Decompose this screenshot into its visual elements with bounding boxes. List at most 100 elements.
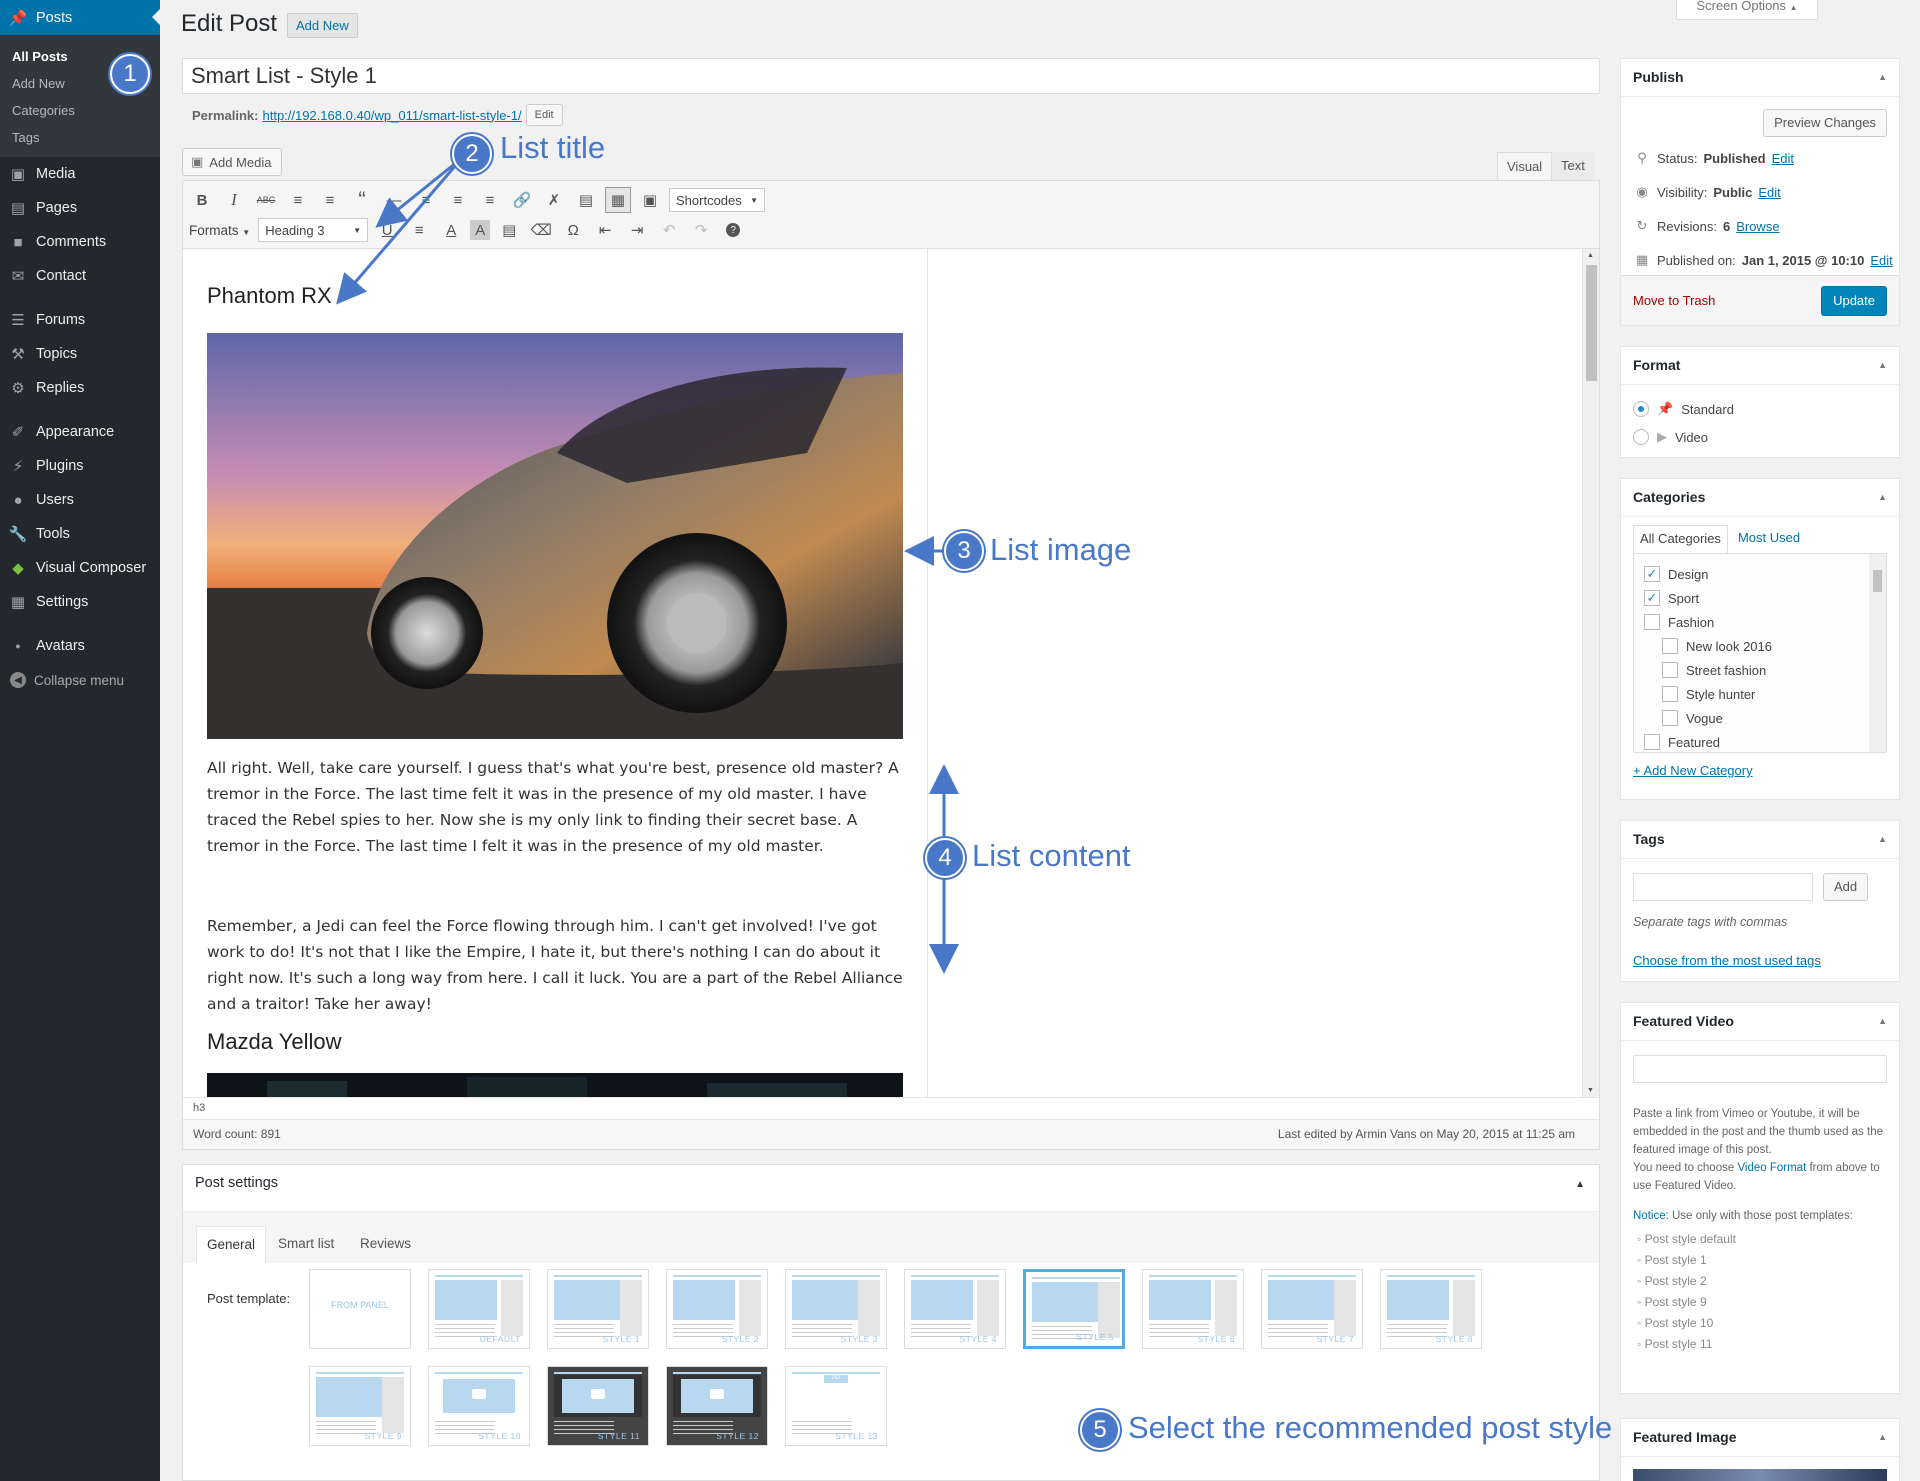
category-item[interactable]: New look 2016 — [1644, 634, 1876, 658]
format-toggle-icon[interactable]: ▲ — [1878, 360, 1887, 370]
post-template-option[interactable]: STYLE 10 — [428, 1366, 530, 1446]
template-label: STYLE 12 — [716, 1431, 759, 1441]
publish-title: Publish — [1633, 69, 1684, 85]
choose-tags-link[interactable]: Choose from the most used tags — [1633, 953, 1821, 968]
add-tag-button[interactable]: Add — [1823, 873, 1869, 901]
notice-text: Use only with those post templates: — [1668, 1210, 1853, 1222]
fv-template-item: ◦ Post style 9 — [1637, 1295, 1707, 1309]
post-template-option[interactable]: STYLE 12 — [666, 1366, 768, 1446]
featured-video-toggle-icon[interactable]: ▲ — [1878, 1016, 1887, 1026]
category-checkbox[interactable] — [1662, 710, 1678, 726]
tab-all-categories[interactable]: All Categories — [1633, 525, 1728, 553]
add-new-category-link[interactable]: + Add New Category — [1633, 763, 1753, 778]
featured-image-box: Featured Image ▲ — [1620, 1418, 1900, 1481]
tab-smart-list[interactable]: Smart list — [268, 1226, 344, 1264]
post-template-option[interactable]: STYLE 5 — [1023, 1269, 1125, 1349]
post-template-option[interactable]: STYLE 1 — [547, 1269, 649, 1349]
category-item[interactable]: Featured — [1644, 730, 1876, 752]
category-label: Design — [1668, 566, 1709, 582]
annotation-badge-4: 4 — [925, 838, 965, 878]
update-button[interactable]: Update — [1821, 285, 1887, 316]
post-template-option[interactable]: STYLE 2 — [666, 1269, 768, 1349]
format-video-option[interactable]: ▶ Video — [1633, 423, 1887, 451]
standard-radio[interactable] — [1633, 401, 1649, 417]
edit-status-link[interactable]: Edit — [1772, 151, 1794, 166]
post-template-option[interactable]: STYLE 4 — [904, 1269, 1006, 1349]
post-template-option[interactable]: DEFAULT — [428, 1269, 530, 1349]
category-scrollbar[interactable] — [1869, 554, 1886, 752]
post-template-option[interactable]: AD STYLE 13 — [785, 1366, 887, 1446]
category-item[interactable]: Style hunter — [1644, 682, 1876, 706]
template-label: STYLE 5 — [1076, 1332, 1114, 1342]
category-item[interactable]: ✓ Sport — [1644, 586, 1876, 610]
eye-icon: ◉ — [1636, 184, 1648, 199]
video-format-link[interactable]: Video Format — [1737, 1162, 1806, 1174]
category-checkbox[interactable] — [1662, 662, 1678, 678]
category-checkbox[interactable] — [1644, 614, 1660, 630]
category-item[interactable]: Vogue — [1644, 706, 1876, 730]
category-checkbox[interactable] — [1662, 686, 1678, 702]
post-template-option[interactable]: STYLE 11 — [547, 1366, 649, 1446]
video-radio[interactable] — [1633, 429, 1649, 445]
publish-toggle-icon[interactable]: ▲ — [1878, 72, 1887, 82]
tags-toggle-icon[interactable]: ▲ — [1878, 834, 1887, 844]
featured-image-thumbnail[interactable] — [1633, 1469, 1887, 1481]
move-to-trash-link[interactable]: Move to Trash — [1633, 293, 1715, 308]
template-label: DEFAULT — [479, 1334, 521, 1344]
published-label: Published on: — [1657, 252, 1736, 268]
edit-date-link[interactable]: Edit — [1870, 253, 1892, 268]
template-label: STYLE 3 — [840, 1334, 878, 1344]
featured-image-toggle-icon[interactable]: ▲ — [1878, 1432, 1887, 1442]
featured-video-desc: Paste a link from Vimeo or Youtube, it w… — [1633, 1108, 1883, 1156]
template-label: STYLE 8 — [1435, 1334, 1473, 1344]
format-box: Format ▲ 📌 Standard ▶ Video — [1620, 346, 1900, 458]
featured-video-input[interactable] — [1633, 1055, 1887, 1083]
tab-general[interactable]: General — [196, 1226, 267, 1264]
category-label: Sport — [1668, 590, 1700, 606]
preview-changes-button[interactable]: Preview Changes — [1763, 109, 1887, 137]
category-item[interactable]: Fashion — [1644, 610, 1876, 634]
category-checkbox[interactable] — [1644, 734, 1660, 750]
browse-revisions-link[interactable]: Browse — [1736, 219, 1779, 234]
category-list: ✓ Design ✓ Sport Fashion New look 2016 Street … — [1633, 553, 1887, 753]
post-template-option[interactable]: STYLE 3 — [785, 1269, 887, 1349]
category-label: Fashion — [1668, 614, 1715, 630]
annotation-badge-2: 2 — [452, 134, 492, 174]
post-template-option[interactable]: STYLE 8 — [1380, 1269, 1482, 1349]
category-label: Street fashion — [1686, 662, 1767, 678]
status-label: Status: — [1657, 150, 1698, 166]
format-standard-option[interactable]: 📌 Standard — [1633, 395, 1887, 423]
fv-template-item: ◦ Post style 1 — [1637, 1253, 1707, 1267]
standard-label: Standard — [1681, 401, 1734, 417]
video-label: Video — [1675, 429, 1709, 445]
post-template-option[interactable]: STYLE 6 — [1142, 1269, 1244, 1349]
template-label: STYLE 13 — [835, 1431, 878, 1441]
tags-hint: Separate tags with commas — [1633, 915, 1788, 929]
category-checkbox[interactable] — [1662, 638, 1678, 654]
fv-template-item: ◦ Post style 2 — [1637, 1274, 1707, 1288]
edit-visibility-link[interactable]: Edit — [1758, 185, 1780, 200]
status-value: Published — [1703, 150, 1766, 166]
tags-input[interactable] — [1633, 873, 1813, 901]
category-checkbox[interactable]: ✓ — [1644, 590, 1660, 606]
categories-toggle-icon[interactable]: ▲ — [1878, 492, 1887, 502]
category-item[interactable]: Street fashion — [1644, 658, 1876, 682]
fv-template-item: ◦ Post style 11 — [1637, 1337, 1713, 1351]
tab-most-used[interactable]: Most Used — [1728, 525, 1810, 553]
annotation-badge-5: 5 — [1080, 1410, 1120, 1450]
category-label: New look 2016 — [1686, 638, 1772, 654]
template-label: STYLE 10 — [478, 1431, 521, 1441]
category-item[interactable]: ✓ Design — [1644, 562, 1876, 586]
post-template-option[interactable]: STYLE 9 — [309, 1366, 411, 1446]
category-checkbox[interactable]: ✓ — [1644, 566, 1660, 582]
template-label: STYLE 4 — [959, 1334, 997, 1344]
visibility-label: Visibility: — [1657, 184, 1708, 200]
post-template-option[interactable]: FROM PANEL — [309, 1269, 411, 1349]
category-label: Featured — [1668, 734, 1721, 750]
post-template-option[interactable]: STYLE 7 — [1261, 1269, 1363, 1349]
tab-reviews[interactable]: Reviews — [350, 1226, 421, 1264]
categories-box: Categories ▲ All Categories Most Used ✓ De… — [1620, 478, 1900, 800]
collapse-arrow-icon[interactable]: ▲ — [1575, 1179, 1585, 1190]
annotation-badge-3: 3 — [944, 531, 984, 571]
revisions-icon: ↻ — [1636, 218, 1648, 233]
